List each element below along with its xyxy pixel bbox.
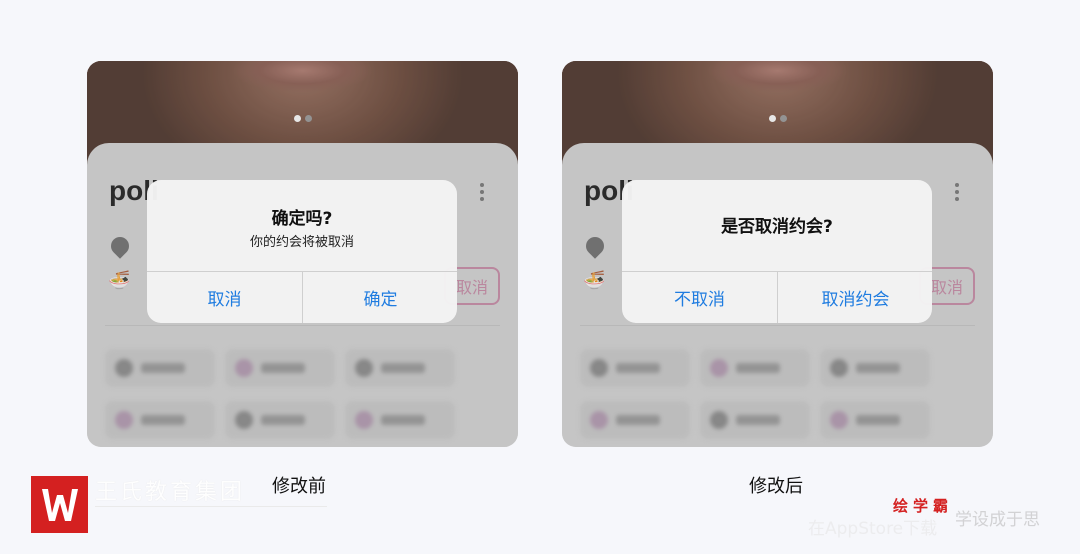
caption-after: 修改后: [749, 476, 803, 497]
w-logo-icon: [41, 488, 78, 521]
dialog-cancel-date-button[interactable]: 取消约会: [778, 272, 932, 323]
confirm-dialog: 确定吗? 你的约会将被取消 取消 确定: [147, 180, 457, 323]
watermark-org: 王氏教育集团: [95, 480, 246, 505]
dialog-cancel-button[interactable]: 取消: [147, 272, 302, 323]
watermark-divider: [95, 506, 327, 507]
confirm-dialog: 是否取消约会? 不取消 取消约会: [622, 180, 932, 323]
brand-logo: [31, 476, 88, 533]
watermark-brand: 绘学霸: [893, 497, 954, 515]
dialog-confirm-button[interactable]: 确定: [303, 272, 457, 323]
caption-before: 修改前: [272, 476, 326, 497]
dialog-message: 你的约会将被取消: [249, 235, 354, 250]
watermark-tagline: 学设成于思: [955, 510, 1040, 530]
dialog-keep-button[interactable]: 不取消: [622, 272, 777, 323]
dialog-title: 是否取消约会?: [721, 217, 833, 237]
phone-after: poli 🍜 取消 是否取消约会? 不取消 取消约会: [562, 61, 993, 447]
watermark-store: 在AppStore下载: [808, 519, 938, 539]
dialog-title: 确定吗?: [271, 209, 333, 229]
phone-before: poli 🍜 取消 确定吗? 你的约会将被取消 取消 确定: [87, 61, 518, 447]
